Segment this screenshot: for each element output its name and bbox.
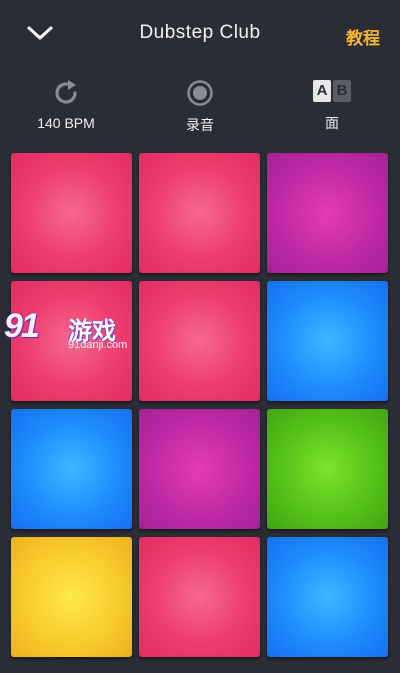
refresh-icon xyxy=(55,80,77,104)
record-icon xyxy=(187,80,213,106)
page-title: Dubstep Club xyxy=(139,22,261,43)
pad-10[interactable] xyxy=(11,537,132,657)
pad-1[interactable] xyxy=(11,153,132,273)
pad-grid xyxy=(11,153,389,673)
ab-switch-icon: A B xyxy=(313,80,351,104)
ab-label: 面 xyxy=(325,115,339,131)
record-button[interactable]: 录音 xyxy=(145,76,255,140)
pad-9[interactable] xyxy=(267,409,388,529)
side-b-indicator: B xyxy=(333,80,351,102)
pad-3[interactable] xyxy=(267,153,388,273)
bpm-button[interactable]: 140 BPM xyxy=(11,76,121,140)
top-bar: Dubstep Club 教程 xyxy=(0,0,400,70)
pad-8[interactable] xyxy=(139,409,260,529)
pad-6[interactable] xyxy=(267,281,388,401)
pad-2[interactable] xyxy=(139,153,260,273)
pad-7[interactable] xyxy=(11,409,132,529)
bpm-label: 140 BPM xyxy=(37,115,95,131)
record-label: 录音 xyxy=(186,117,214,133)
toolbar: 140 BPM 录音 A B 面 xyxy=(0,76,400,146)
pad-12[interactable] xyxy=(267,537,388,657)
pad-11[interactable] xyxy=(139,537,260,657)
pad-5[interactable] xyxy=(139,281,260,401)
pad-4[interactable] xyxy=(11,281,132,401)
side-a-indicator: A xyxy=(313,80,331,102)
ab-side-button[interactable]: A B 面 xyxy=(277,76,387,140)
tutorial-button[interactable]: 教程 xyxy=(346,24,380,49)
